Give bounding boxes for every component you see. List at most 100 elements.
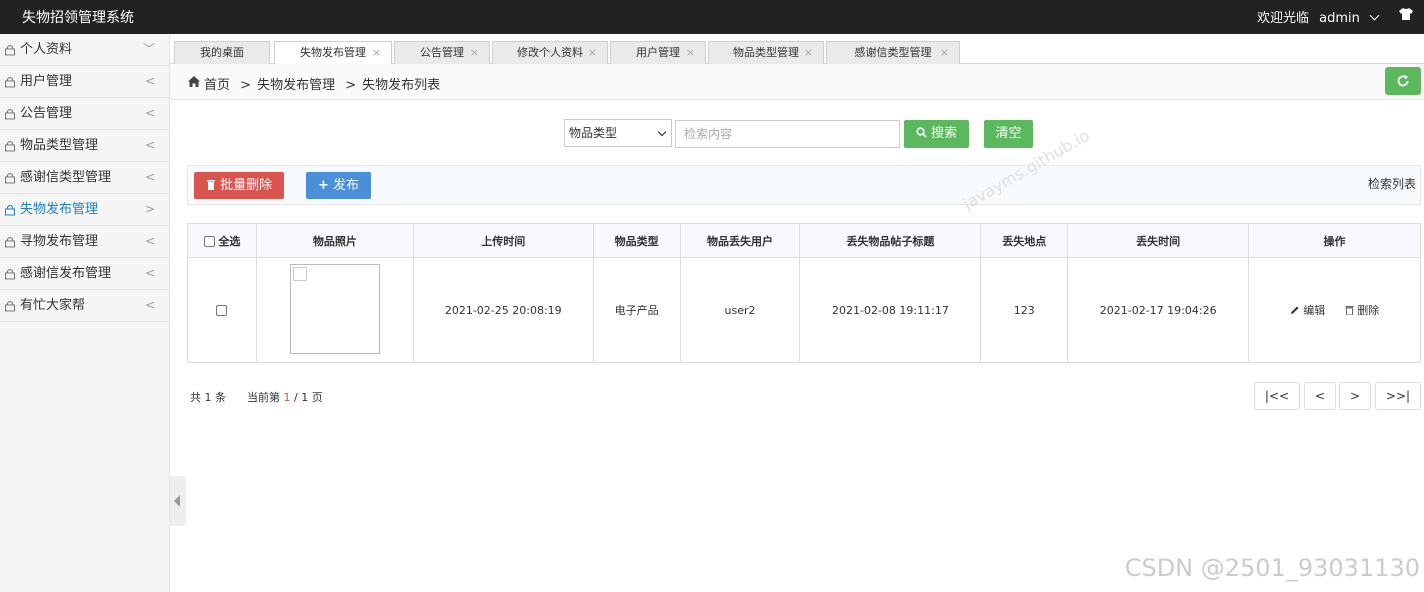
chevron-left-icon: < bbox=[144, 138, 155, 152]
current-page: 1 bbox=[283, 391, 291, 404]
refresh-button[interactable] bbox=[1385, 67, 1421, 95]
sidebar-item-profile[interactable]: 个人资料 ﹀ bbox=[0, 34, 169, 66]
lock-icon bbox=[5, 173, 15, 184]
clear-button[interactable]: 清空 bbox=[984, 120, 1033, 148]
search-button[interactable]: 搜索 bbox=[904, 120, 969, 148]
sidebar-item-thanks-types[interactable]: 感谢信类型管理 < bbox=[0, 162, 169, 194]
header-actions: 操作 bbox=[1248, 223, 1421, 258]
delete-button[interactable]: 删除 bbox=[1345, 302, 1380, 318]
tab-lost-publish[interactable]: 失物发布管理 × bbox=[274, 41, 392, 65]
trash-icon bbox=[1345, 306, 1354, 316]
chevron-left-icon: < bbox=[144, 106, 155, 120]
tab-thanks-types[interactable]: 感谢信类型管理 × bbox=[826, 41, 960, 64]
table-row: 2021-02-25 20:08:19 电子产品 user2 2021-02-0… bbox=[187, 257, 1421, 363]
breadcrumb-trail: 首页 > 失物发布管理 > 失物发布列表 bbox=[204, 74, 440, 93]
search-icon bbox=[916, 127, 927, 138]
first-page-button[interactable]: |<< bbox=[1254, 382, 1300, 410]
header-title: 丢失物品帖子标题 bbox=[799, 223, 982, 258]
publish-button[interactable]: + 发布 bbox=[306, 172, 371, 199]
total-pages: 1 bbox=[301, 391, 309, 404]
tab-label: 修改个人资料 bbox=[517, 46, 583, 59]
breadcrumb-home[interactable]: 首页 bbox=[204, 78, 230, 93]
header-photo: 物品照片 bbox=[255, 223, 414, 258]
chevron-left-icon: < bbox=[144, 74, 155, 88]
row-checkbox[interactable] bbox=[216, 305, 228, 316]
header-user: 物品丢失用户 bbox=[679, 223, 801, 258]
sidebar-item-label: 感谢信类型管理 bbox=[20, 170, 112, 185]
chevron-left-icon: < bbox=[144, 170, 155, 184]
sidebar-item-announcements[interactable]: 公告管理 < bbox=[0, 98, 169, 130]
close-icon[interactable]: × bbox=[940, 42, 949, 64]
select-value: 物品类型 bbox=[569, 126, 618, 140]
row-checkbox-cell bbox=[187, 257, 257, 363]
pages-suffix: 页 bbox=[311, 391, 323, 404]
header-upload-time: 上传时间 bbox=[412, 223, 594, 258]
lock-icon bbox=[5, 269, 15, 280]
chevron-down-icon bbox=[1369, 10, 1380, 21]
tab-item-types[interactable]: 物品类型管理 × bbox=[708, 41, 824, 64]
lock-icon bbox=[5, 141, 15, 152]
sidebar-item-item-types[interactable]: 物品类型管理 < bbox=[0, 130, 169, 162]
batch-delete-button[interactable]: 批量删除 bbox=[194, 172, 284, 199]
sidebar-item-users[interactable]: 用户管理 < bbox=[0, 66, 169, 98]
header-select-all[interactable]: 全选 bbox=[187, 223, 257, 258]
lock-icon bbox=[5, 45, 15, 56]
prev-page-button[interactable]: < bbox=[1304, 382, 1336, 410]
sidebar-item-label: 个人资料 bbox=[20, 42, 73, 57]
edit-button[interactable]: 编辑 bbox=[1290, 302, 1326, 318]
title-cell: 2021-02-08 19:11:17 bbox=[799, 257, 982, 363]
trash-icon bbox=[206, 180, 215, 190]
search-button-label: 搜索 bbox=[931, 126, 958, 141]
tab-announcements[interactable]: 公告管理 × bbox=[394, 41, 490, 64]
breadcrumb: 首页 > 失物发布管理 > 失物发布列表 bbox=[170, 64, 1424, 100]
corner-watermark: CSDN @2501_93031130 bbox=[1124, 554, 1420, 582]
app-title: 失物招领管理系统 bbox=[22, 10, 134, 26]
chevron-left-icon: < bbox=[144, 234, 155, 248]
shirt-icon[interactable] bbox=[1398, 6, 1414, 22]
tab-label: 感谢信类型管理 bbox=[854, 46, 932, 59]
user-menu[interactable]: 欢迎光临 admin bbox=[1257, 7, 1380, 26]
breadcrumb-separator: > bbox=[345, 78, 357, 93]
username: admin bbox=[1319, 11, 1360, 26]
plus-icon: + bbox=[317, 178, 329, 193]
item-photo bbox=[289, 263, 380, 354]
lock-icon bbox=[5, 301, 15, 312]
close-icon[interactable]: × bbox=[470, 42, 479, 64]
lock-icon bbox=[5, 109, 15, 120]
publish-label: 发布 bbox=[333, 178, 360, 193]
close-icon[interactable]: × bbox=[804, 42, 813, 64]
place-cell: 123 bbox=[980, 257, 1069, 363]
sidebar-item-label: 感谢信发布管理 bbox=[20, 266, 112, 281]
item-type-select[interactable]: 物品类型 bbox=[564, 119, 672, 147]
sidebar-item-thanks-publish[interactable]: 感谢信发布管理 < bbox=[0, 258, 169, 290]
last-page-button[interactable]: >>| bbox=[1375, 382, 1421, 410]
close-icon[interactable]: × bbox=[686, 42, 695, 64]
tab-label: 我的桌面 bbox=[200, 46, 244, 59]
edit-label: 编辑 bbox=[1303, 304, 1326, 317]
delete-label: 删除 bbox=[1357, 304, 1380, 317]
table-header-row: 全选 物品照片 上传时间 物品类型 物品丢失用户 丢失物品帖子标题 丢失地点 丢… bbox=[187, 223, 1421, 258]
lock-icon bbox=[5, 237, 15, 248]
close-icon[interactable]: × bbox=[588, 42, 597, 64]
sidebar-item-help[interactable]: 有忙大家帮 < bbox=[0, 290, 169, 322]
lost-time-cell: 2021-02-17 19:04:26 bbox=[1067, 257, 1250, 363]
header-label: 全选 bbox=[218, 234, 241, 248]
search-input[interactable] bbox=[675, 120, 900, 148]
page-slash: / bbox=[293, 391, 298, 404]
close-icon[interactable]: × bbox=[372, 42, 381, 64]
chevron-right-icon: > bbox=[144, 202, 155, 216]
pencil-icon bbox=[1290, 306, 1299, 314]
next-page-button[interactable]: > bbox=[1339, 382, 1371, 410]
tab-desktop[interactable]: 我的桌面 bbox=[174, 41, 270, 64]
sidebar-collapse-handle[interactable] bbox=[170, 476, 186, 526]
sidebar-item-search-publish[interactable]: 寻物发布管理 < bbox=[0, 226, 169, 258]
chevron-down-icon: ﹀ bbox=[142, 42, 155, 56]
select-all-checkbox[interactable] bbox=[203, 236, 215, 247]
tab-edit-profile[interactable]: 修改个人资料 × bbox=[492, 41, 608, 64]
breadcrumb-level2: 失物发布列表 bbox=[362, 78, 441, 93]
tab-users[interactable]: 用户管理 × bbox=[610, 41, 706, 64]
sidebar-item-lost-publish[interactable]: 失物发布管理 > bbox=[0, 194, 169, 226]
breadcrumb-separator: > bbox=[240, 78, 252, 93]
total-prefix: 共 bbox=[190, 391, 201, 404]
breadcrumb-level1[interactable]: 失物发布管理 bbox=[257, 78, 335, 93]
